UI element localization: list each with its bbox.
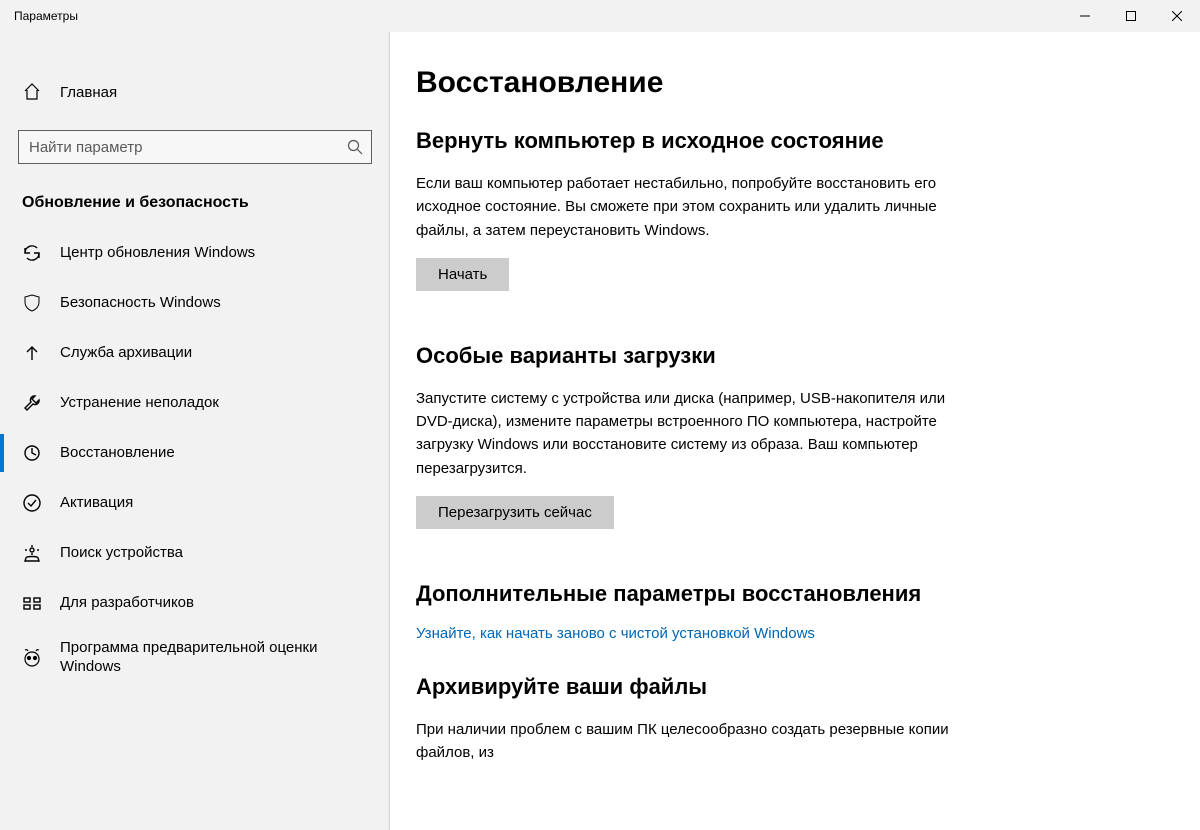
minimize-button[interactable]: [1062, 0, 1108, 32]
insider-icon: [22, 648, 42, 668]
sidebar-item-developers[interactable]: Для разработчиков: [0, 578, 390, 628]
reset-block: Вернуть компьютер в исходное состояние Е…: [416, 128, 1168, 291]
more-recovery-block: Дополнительные параметры восстановления …: [416, 581, 1168, 642]
sidebar-item-windows-update[interactable]: Центр обновления Windows: [0, 228, 390, 278]
home-nav[interactable]: Главная: [0, 68, 390, 116]
nav-list: Центр обновления Windows Безопасность Wi…: [0, 228, 390, 688]
sidebar-item-label: Активация: [60, 494, 153, 513]
developers-icon: [22, 593, 42, 613]
home-icon: [22, 82, 42, 102]
window-title: Параметры: [0, 9, 78, 23]
wrench-icon: [22, 393, 42, 413]
search-icon: [347, 139, 363, 155]
sidebar: Главная Обновление и безопасность Центр …: [0, 32, 390, 830]
page-title: Восстановление: [416, 66, 1168, 100]
backup-block: Архивируйте ваши файлы При наличии пробл…: [416, 674, 1168, 765]
sidebar-item-insider[interactable]: Программа предварительной оценки Windows: [0, 628, 390, 688]
sync-icon: [22, 243, 42, 263]
maximize-button[interactable]: [1108, 0, 1154, 32]
startup-text: Запустите систему с устройства или диска…: [416, 387, 976, 480]
more-recovery-heading: Дополнительные параметры восстановления: [416, 581, 1168, 607]
reset-heading: Вернуть компьютер в исходное состояние: [416, 128, 1168, 154]
find-device-icon: [22, 543, 42, 563]
sidebar-item-security[interactable]: Безопасность Windows: [0, 278, 390, 328]
sidebar-item-label: Безопасность Windows: [60, 294, 241, 313]
sidebar-item-activation[interactable]: Активация: [0, 478, 390, 528]
content: Главная Обновление и безопасность Центр …: [0, 32, 1200, 830]
sidebar-divider: [388, 32, 390, 830]
sidebar-item-label: Поиск устройства: [60, 544, 203, 563]
search-input[interactable]: [27, 138, 341, 157]
sidebar-item-label: Устранение неполадок: [60, 394, 239, 413]
sidebar-item-backup[interactable]: Служба архивации: [0, 328, 390, 378]
sidebar-item-troubleshoot[interactable]: Устранение неполадок: [0, 378, 390, 428]
sidebar-section-header: Обновление и безопасность: [0, 164, 390, 220]
main-panel: Восстановление Вернуть компьютер в исход…: [390, 32, 1200, 830]
search-box[interactable]: [18, 130, 372, 164]
reset-text: Если ваш компьютер работает нестабильно,…: [416, 172, 976, 242]
startup-block: Особые варианты загрузки Запустите систе…: [416, 343, 1168, 529]
sidebar-item-label: Центр обновления Windows: [60, 244, 275, 263]
fresh-start-link[interactable]: Узнайте, как начать заново с чистой уста…: [416, 625, 815, 642]
backup-heading: Архивируйте ваши файлы: [416, 674, 1168, 700]
sidebar-item-label: Служба архивации: [60, 344, 212, 363]
shield-icon: [22, 293, 42, 313]
sidebar-item-label: Восстановление: [60, 444, 195, 463]
backup-text: При наличии проблем с вашим ПК целесообр…: [416, 718, 976, 765]
sidebar-item-find-device[interactable]: Поиск устройства: [0, 528, 390, 578]
reset-start-button[interactable]: Начать: [416, 258, 509, 291]
sidebar-item-label: Программа предварительной оценки Windows: [60, 639, 390, 677]
backup-icon: [22, 343, 42, 363]
close-button[interactable]: [1154, 0, 1200, 32]
sidebar-item-recovery[interactable]: Восстановление: [0, 428, 390, 478]
titlebar: Параметры: [0, 0, 1200, 32]
sidebar-item-label: Для разработчиков: [60, 594, 214, 613]
recovery-icon: [22, 443, 42, 463]
restart-now-button[interactable]: Перезагрузить сейчас: [416, 496, 614, 529]
activation-icon: [22, 493, 42, 513]
startup-heading: Особые варианты загрузки: [416, 343, 1168, 369]
home-label: Главная: [60, 84, 117, 101]
